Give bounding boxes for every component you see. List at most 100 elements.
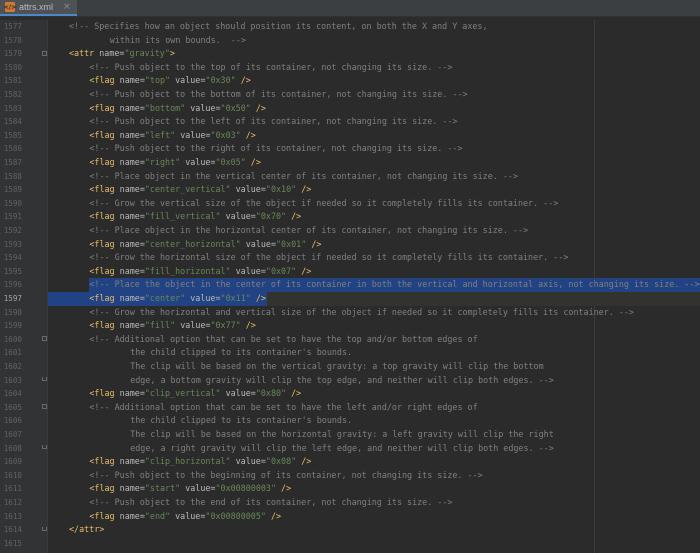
- code-text: <flag name="left" value="0x03" />: [89, 129, 256, 140]
- code-text: edge, a bottom gravity will clip the top…: [130, 374, 554, 385]
- code-line[interactable]: 1578 within its own bounds. -->: [0, 34, 700, 48]
- line-number: 1587: [3, 158, 22, 167]
- code-line[interactable]: 1582 <!-- Push object to the bottom of it…: [0, 88, 700, 102]
- code-text: <!-- Push object to the right of its con…: [89, 143, 463, 154]
- fold-start-icon[interactable]: [42, 404, 47, 410]
- code-line[interactable]: 1580 <!-- Push object to the top of its c…: [0, 61, 700, 75]
- fold-start-icon[interactable]: [42, 336, 47, 342]
- code-text: The clip will be based on the horizontal…: [130, 429, 554, 439]
- line-number: 1592: [3, 226, 22, 235]
- code-line[interactable]: 1586 <!-- Push object to the right of its…: [0, 142, 700, 156]
- line-number: 1581: [3, 76, 22, 86]
- code-line[interactable]: 1601 the child clipped to its container's…: [0, 346, 700, 360]
- code-line[interactable]: 1577 <!-- Specifies how an object should …: [0, 20, 700, 34]
- line-number: 1596: [3, 280, 22, 290]
- code-line[interactable]: 1604 <flag name="clip_vertical" value="0x…: [0, 387, 700, 401]
- code-line[interactable]: 1594 <!-- Grow the horizontal size of the…: [0, 251, 700, 265]
- code-line[interactable]: 1597 <flag name="center" value="0x11" />: [0, 292, 700, 306]
- code-line[interactable]: 1603 edge, a bottom gravity will clip the…: [0, 374, 700, 388]
- line-number: 1583: [3, 103, 22, 113]
- code-line[interactable]: 1599 <flag name="fill" value="0x77" />: [0, 319, 700, 333]
- code-text: <!-- Push object to the end of its conta…: [89, 497, 453, 507]
- code-text: <flag name="center_vertical" value="0x10…: [89, 184, 312, 195]
- line-number: 1593: [3, 239, 22, 249]
- line-number: 1586: [3, 144, 22, 154]
- code-line[interactable]: 1607 The clip will be based on the horizo…: [0, 428, 700, 442]
- code-line[interactable]: 1592 <!-- Place object in the horizontal …: [0, 224, 700, 238]
- code-text: <!-- Push object to the beginning of its…: [89, 469, 483, 480]
- code-line[interactable]: 1584 <!-- Push object to the left of its …: [0, 115, 700, 129]
- tab-label: attrs.xml: [19, 2, 54, 12]
- code-line[interactable]: 1613 <flag name="end" value="0x00800005" …: [0, 510, 700, 524]
- code-text: <!-- Place the object in the center of i…: [89, 279, 700, 290]
- code-text: <!-- Place object in the horizontal cent…: [89, 225, 529, 235]
- line-number: 1615: [3, 538, 22, 548]
- line-number: 1609: [3, 457, 22, 467]
- code-line[interactable]: 1615: [0, 537, 700, 551]
- code-line[interactable]: 1605 <!-- Additional option that can be s…: [0, 401, 700, 415]
- line-number: 1577: [3, 22, 22, 31]
- code-line[interactable]: 1606 the child clipped to its container's…: [0, 414, 700, 428]
- line-number: 1594: [3, 253, 22, 263]
- code-text: The clip will be based on the vertical g…: [130, 361, 544, 371]
- code-line[interactable]: 1585 <flag name="left" value="0x03" />: [0, 129, 700, 143]
- line-number: 1598: [3, 307, 22, 317]
- code-line[interactable]: 1595 <flag name="fill_horizontal" value="…: [0, 265, 700, 279]
- line-number: 1588: [3, 171, 22, 181]
- code-text: <flag name="clip_vertical" value="0x80" …: [89, 388, 302, 399]
- code-line[interactable]: 1612 <!-- Push object to the end of its c…: [0, 496, 700, 510]
- code-line[interactable]: 1593 <flag name="center_horizontal" value…: [0, 238, 700, 252]
- line-number: 1582: [3, 90, 22, 99]
- fold-end-icon[interactable]: [42, 377, 47, 382]
- code-line[interactable]: 1598 <!-- Grow the horizontal and vertica…: [0, 306, 700, 320]
- close-icon[interactable]: ×: [63, 2, 71, 12]
- code-text: <!-- Grow the horizontal and vertical si…: [89, 306, 634, 317]
- line-number: 1579: [3, 49, 22, 59]
- line-number: 1600: [3, 334, 22, 344]
- code-text: within its own bounds. -->: [109, 34, 246, 45]
- code-text: <flag name="center_horizontal" value="0x…: [89, 238, 322, 249]
- fold-start-icon[interactable]: [42, 50, 47, 56]
- fold-end-icon[interactable]: [42, 526, 47, 531]
- code-text: <flag name="bottom" value="0x50" />: [89, 102, 266, 113]
- code-text: <!-- Grow the vertical size of the objec…: [89, 197, 559, 208]
- code-line[interactable]: 1602 The clip will be based on the vertic…: [0, 360, 700, 374]
- line-number: 1580: [3, 62, 22, 72]
- code-line[interactable]: 1587 <flag name="right" value="0x05" />: [0, 156, 700, 170]
- line-number: 1603: [3, 375, 22, 385]
- line-number: 1595: [3, 266, 22, 276]
- line-number: 1612: [3, 498, 22, 507]
- code-text: <flag name="fill" value="0x77" />: [89, 320, 256, 331]
- code-text: <flag name="center" value="0x11" />: [89, 293, 266, 303]
- line-number: 1590: [3, 198, 22, 208]
- code-line[interactable]: 1596 <!-- Place the object in the center …: [0, 278, 700, 292]
- code-line[interactable]: 1610 <!-- Push object to the beginning of…: [0, 469, 700, 483]
- code-text: <!-- Additional option that can be set t…: [89, 333, 478, 344]
- code-line[interactable]: 1600 <!-- Additional option that can be s…: [0, 333, 700, 347]
- code-line[interactable]: 1614 </attr>: [0, 523, 700, 537]
- code-line[interactable]: 1579 <attr name="gravity">: [0, 47, 700, 61]
- line-number: 1589: [3, 185, 22, 195]
- code-text: <!-- Additional option that can be set t…: [89, 401, 478, 412]
- code-line[interactable]: 1591 <flag name="fill_vertical" value="0x…: [0, 210, 700, 224]
- code-line[interactable]: 1588 <!-- Place object in the vertical ce…: [0, 170, 700, 184]
- xml-file-icon: </>: [3, 2, 17, 12]
- code-line[interactable]: 1590 <!-- Grow the vertical size of the o…: [0, 197, 700, 211]
- code-line[interactable]: 1609 <flag name="clip_horizontal" value="…: [0, 455, 700, 469]
- code-line[interactable]: 1581 <flag name="top" value="0x30" />: [0, 74, 700, 88]
- code-line[interactable]: 1589 <flag name="center_vertical" value="…: [0, 183, 700, 197]
- code-line[interactable]: 1583 <flag name="bottom" value="0x50" />: [0, 102, 700, 116]
- code-text: <flag name="right" value="0x05" />: [89, 157, 261, 167]
- code-line[interactable]: 1608 edge, a right gravity will clip the …: [0, 442, 700, 456]
- code-text: </attr>: [69, 524, 105, 535]
- code-text: <!-- Specifies how an object should posi…: [69, 21, 488, 31]
- code-line[interactable]: 1611 <flag name="start" value="0x00800003…: [0, 482, 700, 496]
- editor-tab-bar: </> attrs.xml ×: [0, 0, 700, 17]
- code-text: <flag name="clip_horizontal" value="0x08…: [89, 456, 312, 467]
- code-text: <attr name="gravity">: [69, 48, 175, 59]
- line-number: 1613: [3, 511, 22, 521]
- code-editor[interactable]: 1577 <!-- Specifies how an object should …: [0, 20, 700, 553]
- fold-end-icon[interactable]: [42, 445, 47, 450]
- tab-attrs-xml[interactable]: </> attrs.xml ×: [0, 0, 77, 16]
- line-number: 1611: [3, 484, 22, 494]
